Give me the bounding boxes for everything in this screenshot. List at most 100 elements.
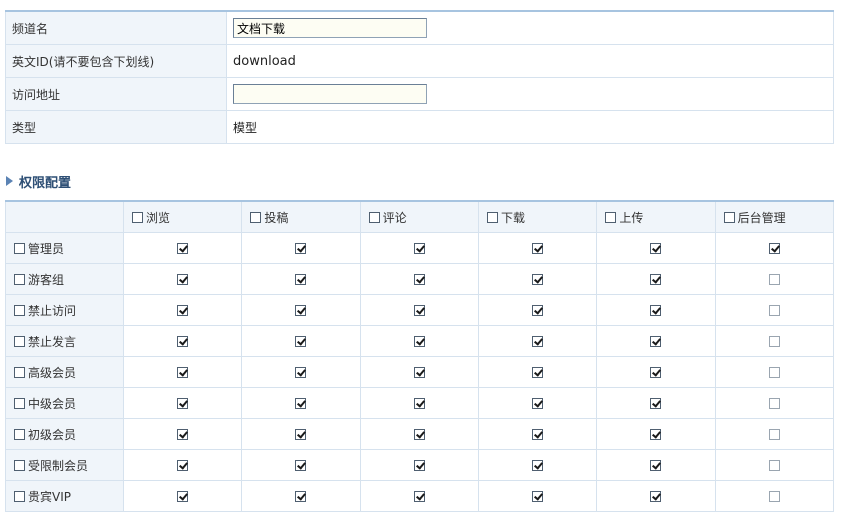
permission-checkbox[interactable] bbox=[295, 429, 307, 440]
permission-checkbox[interactable] bbox=[295, 398, 307, 409]
column-header-label: 评论 bbox=[382, 210, 407, 225]
permission-checkbox[interactable] bbox=[768, 367, 780, 378]
permission-checkbox[interactable] bbox=[177, 460, 189, 471]
english-id-value: download bbox=[233, 53, 296, 69]
permission-checkbox[interactable] bbox=[177, 429, 189, 440]
permission-checkbox[interactable] bbox=[532, 274, 544, 285]
permission-cell bbox=[241, 325, 361, 357]
select-column-checkbox[interactable] bbox=[723, 211, 735, 223]
permission-checkbox[interactable] bbox=[532, 367, 544, 378]
column-header: 上传 bbox=[596, 200, 716, 233]
permission-cell bbox=[596, 294, 716, 326]
permission-cell bbox=[714, 325, 835, 357]
select-row-checkbox[interactable] bbox=[14, 366, 25, 378]
permission-checkbox[interactable] bbox=[768, 305, 780, 316]
permission-checkbox[interactable] bbox=[768, 491, 780, 502]
column-header-label: 投稿 bbox=[264, 210, 289, 225]
select-column-checkbox[interactable] bbox=[250, 211, 262, 223]
permission-checkbox[interactable] bbox=[177, 367, 189, 378]
permission-cell bbox=[477, 449, 598, 481]
permission-checkbox[interactable] bbox=[295, 460, 307, 471]
permission-checkbox[interactable] bbox=[650, 398, 662, 409]
select-column-checkbox[interactable] bbox=[132, 211, 143, 223]
permission-checkbox[interactable] bbox=[532, 336, 544, 347]
url-input[interactable] bbox=[233, 84, 427, 104]
select-column-checkbox[interactable] bbox=[605, 211, 617, 223]
permission-cell bbox=[122, 449, 243, 481]
select-row-checkbox[interactable] bbox=[14, 397, 25, 409]
permission-checkbox[interactable] bbox=[650, 367, 662, 378]
permission-checkbox[interactable] bbox=[295, 274, 307, 285]
permission-checkbox[interactable] bbox=[532, 305, 544, 316]
permission-checkbox[interactable] bbox=[532, 460, 544, 471]
select-row-checkbox[interactable] bbox=[14, 490, 25, 502]
permission-checkbox[interactable] bbox=[295, 336, 307, 347]
permission-checkbox[interactable] bbox=[413, 429, 425, 440]
permission-checkbox[interactable] bbox=[177, 274, 189, 285]
select-row-checkbox[interactable] bbox=[14, 273, 25, 285]
permission-checkbox[interactable] bbox=[177, 336, 189, 347]
permission-cell bbox=[241, 387, 361, 419]
permission-checkbox[interactable] bbox=[768, 460, 780, 471]
permission-checkbox[interactable] bbox=[768, 336, 780, 347]
permission-checkbox[interactable] bbox=[768, 398, 780, 409]
column-header-label: 后台管理 bbox=[737, 210, 786, 225]
select-row-checkbox[interactable] bbox=[14, 428, 25, 440]
permission-checkbox[interactable] bbox=[650, 429, 662, 440]
permission-checkbox[interactable] bbox=[650, 336, 662, 347]
permission-checkbox[interactable] bbox=[650, 491, 662, 502]
permission-checkbox[interactable] bbox=[413, 398, 425, 409]
permission-checkbox[interactable] bbox=[650, 305, 662, 316]
group-label-cell: 受限制会员 bbox=[5, 449, 124, 481]
permission-checkbox[interactable] bbox=[295, 305, 307, 316]
permission-checkbox[interactable] bbox=[768, 274, 780, 285]
permission-cell bbox=[359, 232, 479, 264]
permission-checkbox[interactable] bbox=[650, 460, 662, 471]
group-label-cell: 禁止访问 bbox=[5, 294, 124, 326]
permission-row: 中级会员 bbox=[5, 387, 835, 419]
permission-cell bbox=[714, 418, 835, 450]
permission-cell bbox=[714, 480, 835, 512]
select-column-checkbox[interactable] bbox=[486, 211, 498, 223]
permission-checkbox[interactable] bbox=[650, 243, 662, 254]
permission-checkbox[interactable] bbox=[532, 243, 544, 254]
group-label-cell: 禁止发言 bbox=[5, 325, 124, 357]
permission-checkbox[interactable] bbox=[177, 243, 189, 254]
permission-checkbox[interactable] bbox=[295, 367, 307, 378]
permission-cell bbox=[241, 480, 361, 512]
permission-cell bbox=[359, 325, 479, 357]
channel-name-input[interactable] bbox=[233, 18, 427, 38]
permission-cell bbox=[241, 449, 361, 481]
permission-checkbox[interactable] bbox=[532, 491, 544, 502]
permission-checkbox[interactable] bbox=[413, 305, 425, 316]
permission-checkbox[interactable] bbox=[768, 243, 780, 254]
select-row-checkbox[interactable] bbox=[14, 335, 25, 347]
permission-checkbox[interactable] bbox=[177, 491, 189, 502]
select-column-checkbox[interactable] bbox=[368, 211, 380, 223]
permission-checkbox[interactable] bbox=[532, 429, 544, 440]
select-row-checkbox[interactable] bbox=[14, 242, 25, 254]
permission-checkbox[interactable] bbox=[177, 398, 189, 409]
english-id-row: 英文ID(请不要包含下划线) download bbox=[5, 44, 834, 78]
permission-checkbox[interactable] bbox=[650, 274, 662, 285]
column-header: 评论 bbox=[359, 200, 479, 233]
permission-cell bbox=[122, 356, 243, 388]
permission-checkbox[interactable] bbox=[413, 336, 425, 347]
permission-checkbox[interactable] bbox=[177, 305, 189, 316]
permission-checkbox[interactable] bbox=[532, 398, 544, 409]
permission-checkbox[interactable] bbox=[413, 491, 425, 502]
permission-checkbox[interactable] bbox=[413, 274, 425, 285]
group-label-cell: 中级会员 bbox=[5, 387, 124, 419]
select-row-checkbox[interactable] bbox=[14, 304, 25, 316]
permission-checkbox[interactable] bbox=[413, 243, 425, 254]
select-row-checkbox[interactable] bbox=[14, 459, 25, 471]
channel-info-table: 频道名 英文ID(请不要包含下划线) download 访问地址 类型 模型 bbox=[5, 10, 834, 144]
permission-checkbox[interactable] bbox=[768, 429, 780, 440]
group-label-cell: 管理员 bbox=[5, 232, 124, 264]
permission-checkbox[interactable] bbox=[295, 243, 307, 254]
permission-checkbox[interactable] bbox=[295, 491, 307, 502]
permission-checkbox[interactable] bbox=[413, 367, 425, 378]
group-label: 禁止访问 bbox=[28, 303, 77, 318]
permission-checkbox[interactable] bbox=[413, 460, 425, 471]
english-id-label: 英文ID(请不要包含下划线) bbox=[5, 44, 227, 78]
